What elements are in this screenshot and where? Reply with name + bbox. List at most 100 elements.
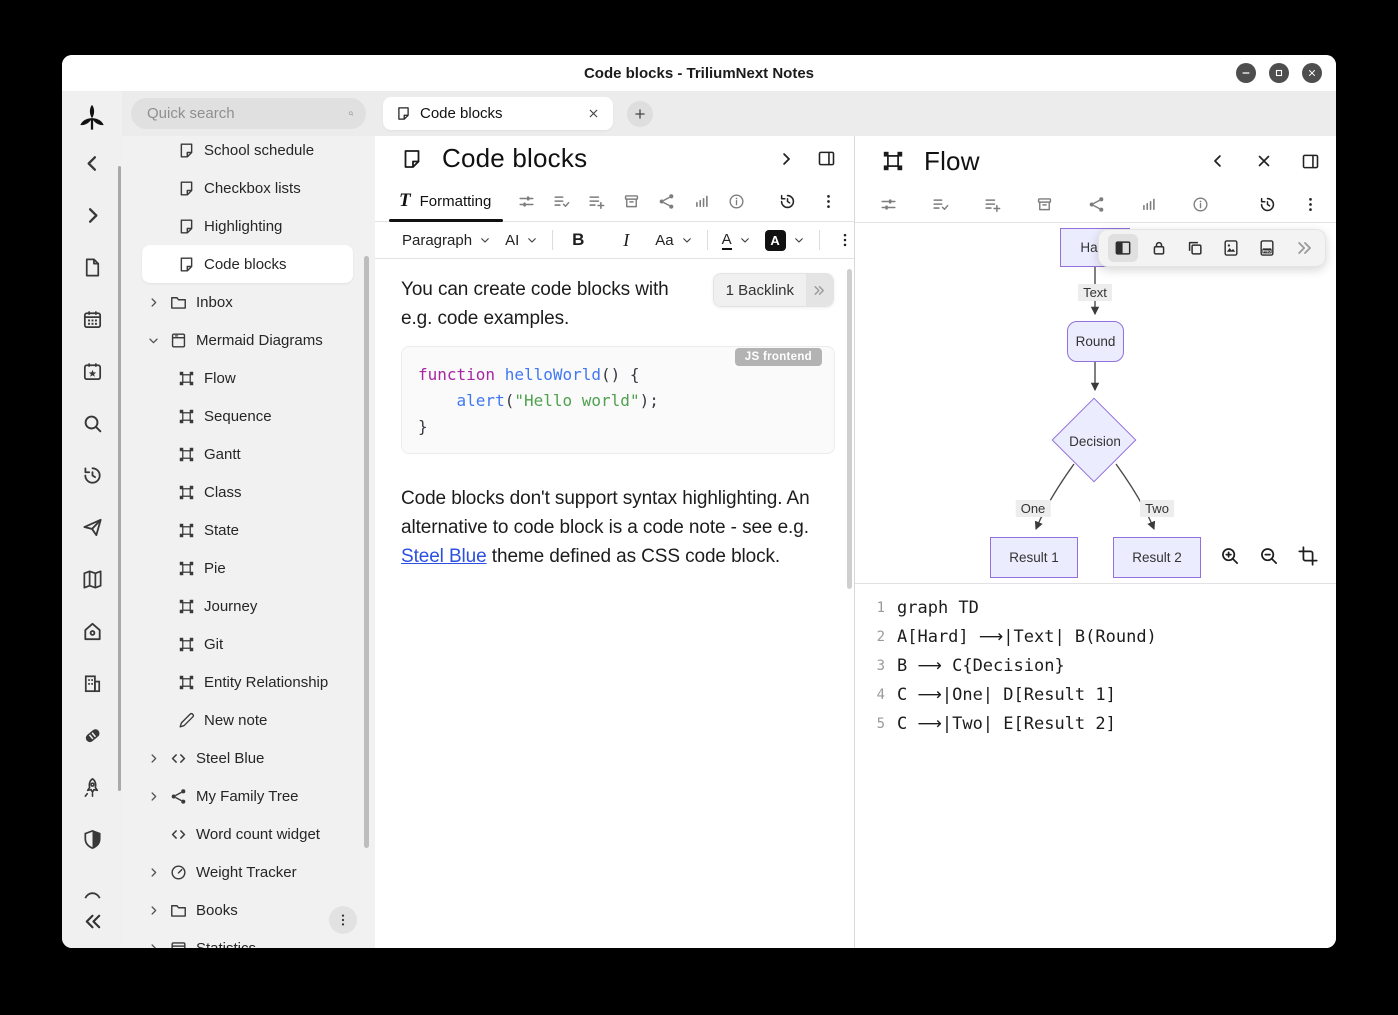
share-button[interactable] bbox=[1087, 195, 1106, 214]
image-file-button[interactable] bbox=[1216, 234, 1246, 262]
tree-item-school-schedule[interactable]: School schedule bbox=[142, 136, 353, 169]
launcher-home-button[interactable] bbox=[80, 619, 104, 643]
kebab-button[interactable] bbox=[819, 192, 838, 211]
tree-expand-mermaid-diagrams[interactable] bbox=[145, 332, 161, 348]
tree-item-pie[interactable]: Pie bbox=[142, 549, 353, 587]
tree-item-gantt[interactable]: Gantt bbox=[142, 435, 353, 473]
tree-expand-weight-tracker[interactable] bbox=[145, 864, 161, 880]
tree-item-inbox[interactable]: Inbox bbox=[142, 283, 353, 321]
launcher-calendar-button[interactable] bbox=[80, 307, 104, 331]
launcher-chevron-left-button[interactable] bbox=[80, 151, 104, 175]
launcher-building-button[interactable] bbox=[80, 671, 104, 695]
new-tab-button[interactable] bbox=[627, 101, 653, 127]
close-split-button[interactable] bbox=[1252, 149, 1276, 173]
tree-item-checkbox-lists[interactable]: Checkbox lists bbox=[142, 169, 353, 207]
quick-search[interactable] bbox=[131, 98, 366, 129]
tree-item-journey[interactable]: Journey bbox=[142, 587, 353, 625]
collapse-launcher-button[interactable] bbox=[80, 910, 104, 934]
tree-scrollbar[interactable] bbox=[364, 256, 369, 848]
tree-options-button[interactable] bbox=[329, 906, 357, 934]
tree-item-class[interactable]: Class bbox=[142, 473, 353, 511]
launcher-chevron-right-button[interactable] bbox=[80, 203, 104, 227]
tree-item-mermaid-diagrams[interactable]: Mermaid Diagrams bbox=[142, 321, 353, 359]
expand-ribbon-button[interactable] bbox=[774, 147, 798, 171]
list-plus-button[interactable] bbox=[983, 195, 1002, 214]
create-split-button[interactable] bbox=[814, 147, 838, 171]
maximize-button[interactable] bbox=[1269, 63, 1289, 83]
close-button[interactable] bbox=[1302, 63, 1322, 83]
tree-item-word-count-widget[interactable]: Word count widget bbox=[142, 815, 353, 853]
paragraph-style-dropdown[interactable]: Paragraph bbox=[402, 232, 491, 249]
search-input[interactable] bbox=[145, 104, 348, 123]
list-check-button[interactable] bbox=[552, 192, 571, 211]
launcher-send-button[interactable] bbox=[80, 515, 104, 539]
source-line[interactable]: 4C ⟶|One| D[Result 1] bbox=[871, 681, 1336, 710]
tab-formatting[interactable]: T Formatting bbox=[399, 181, 503, 221]
backlink-count[interactable]: 1 Backlink bbox=[714, 274, 806, 306]
tree-item-sequence[interactable]: Sequence bbox=[142, 397, 353, 435]
copy-button[interactable] bbox=[1180, 234, 1210, 262]
tree-item-my-family-tree[interactable]: My Family Tree bbox=[142, 777, 353, 815]
toolbar-more-button[interactable] bbox=[836, 231, 854, 249]
tree-item-books[interactable]: Books bbox=[142, 891, 353, 929]
info-button[interactable] bbox=[1191, 195, 1210, 214]
mermaid-source-editor[interactable]: 1graph TD2A[Hard] ⟶|Text| B(Round)3B ⟶ C… bbox=[855, 584, 1336, 948]
chevrons-right-button[interactable] bbox=[1290, 234, 1320, 262]
flow-title[interactable]: Flow bbox=[924, 146, 980, 177]
note-icon[interactable] bbox=[400, 147, 424, 171]
node-result-1[interactable]: Result 1 bbox=[990, 537, 1078, 578]
tree-item-git[interactable]: Git bbox=[142, 625, 353, 663]
lock-button[interactable] bbox=[1144, 234, 1174, 262]
source-line[interactable]: 5C ⟶|Two| E[Result 2] bbox=[871, 710, 1336, 739]
content-scrollbar[interactable] bbox=[847, 269, 852, 589]
mermaid-icon[interactable] bbox=[880, 148, 906, 174]
zoom-in-button[interactable] bbox=[1218, 544, 1242, 568]
history-button[interactable] bbox=[778, 192, 797, 211]
tree-expand-statistics[interactable] bbox=[145, 940, 161, 948]
italic-button[interactable]: I bbox=[615, 227, 637, 253]
backlink-widget[interactable]: 1 Backlink bbox=[713, 273, 834, 307]
crop-button[interactable] bbox=[1296, 544, 1320, 568]
tab-code-blocks[interactable]: Code blocks bbox=[383, 97, 613, 130]
tree-item-new-note[interactable]: New note bbox=[142, 701, 353, 739]
tree-item-code-blocks[interactable]: Code blocks bbox=[142, 245, 353, 283]
share-button[interactable] bbox=[657, 192, 676, 211]
sliders-button[interactable] bbox=[517, 192, 536, 211]
sliders-button[interactable] bbox=[879, 195, 898, 214]
launcher-shield-button[interactable] bbox=[80, 827, 104, 851]
chart-button[interactable] bbox=[692, 192, 711, 211]
mermaid-diagram[interactable]: Hard Text Round Decision One Two Result … bbox=[855, 223, 1336, 584]
chart-button[interactable] bbox=[1139, 195, 1158, 214]
node-decision[interactable]: Decision bbox=[1051, 397, 1139, 485]
note-content[interactable]: 1 Backlink You can create code blocks wi… bbox=[375, 259, 854, 948]
tree-item-entity-relationship[interactable]: Entity Relationship bbox=[142, 663, 353, 701]
tree-item-statistics[interactable]: Statistics bbox=[142, 929, 353, 948]
ai-dropdown[interactable]: AI bbox=[505, 232, 538, 249]
zoom-out-button[interactable] bbox=[1257, 544, 1281, 568]
launcher-new-note-button[interactable] bbox=[80, 255, 104, 279]
tree-item-state[interactable]: State bbox=[142, 511, 353, 549]
list-check-button[interactable] bbox=[931, 195, 950, 214]
launcher-scrollbar[interactable] bbox=[118, 166, 121, 791]
tree-expand-books[interactable] bbox=[145, 902, 161, 918]
launcher-history-button[interactable] bbox=[80, 463, 104, 487]
list-plus-button[interactable] bbox=[587, 192, 606, 211]
split-left-button[interactable] bbox=[1108, 234, 1138, 262]
launcher-search-button[interactable] bbox=[80, 411, 104, 435]
history-button[interactable] bbox=[1258, 195, 1277, 214]
tab-close-button[interactable] bbox=[583, 104, 603, 124]
backlink-expand-button[interactable] bbox=[806, 274, 833, 306]
launcher-calendar-star-button[interactable] bbox=[80, 359, 104, 383]
tree-expand-my-family-tree[interactable] bbox=[145, 788, 161, 804]
archive-button[interactable] bbox=[622, 192, 641, 211]
note-title[interactable]: Code blocks bbox=[442, 143, 587, 174]
archive-button[interactable] bbox=[1035, 195, 1054, 214]
source-line[interactable]: 3B ⟶ C{Decision} bbox=[871, 652, 1336, 681]
png-file-button[interactable] bbox=[1252, 234, 1282, 262]
launcher-map-button[interactable] bbox=[80, 567, 104, 591]
tree-item-flow[interactable]: Flow bbox=[142, 359, 353, 397]
create-split-button[interactable] bbox=[1298, 149, 1322, 173]
steel-blue-link[interactable]: Steel Blue bbox=[401, 546, 487, 567]
move-pane-left-button[interactable] bbox=[1206, 149, 1230, 173]
info-button[interactable] bbox=[727, 192, 746, 211]
